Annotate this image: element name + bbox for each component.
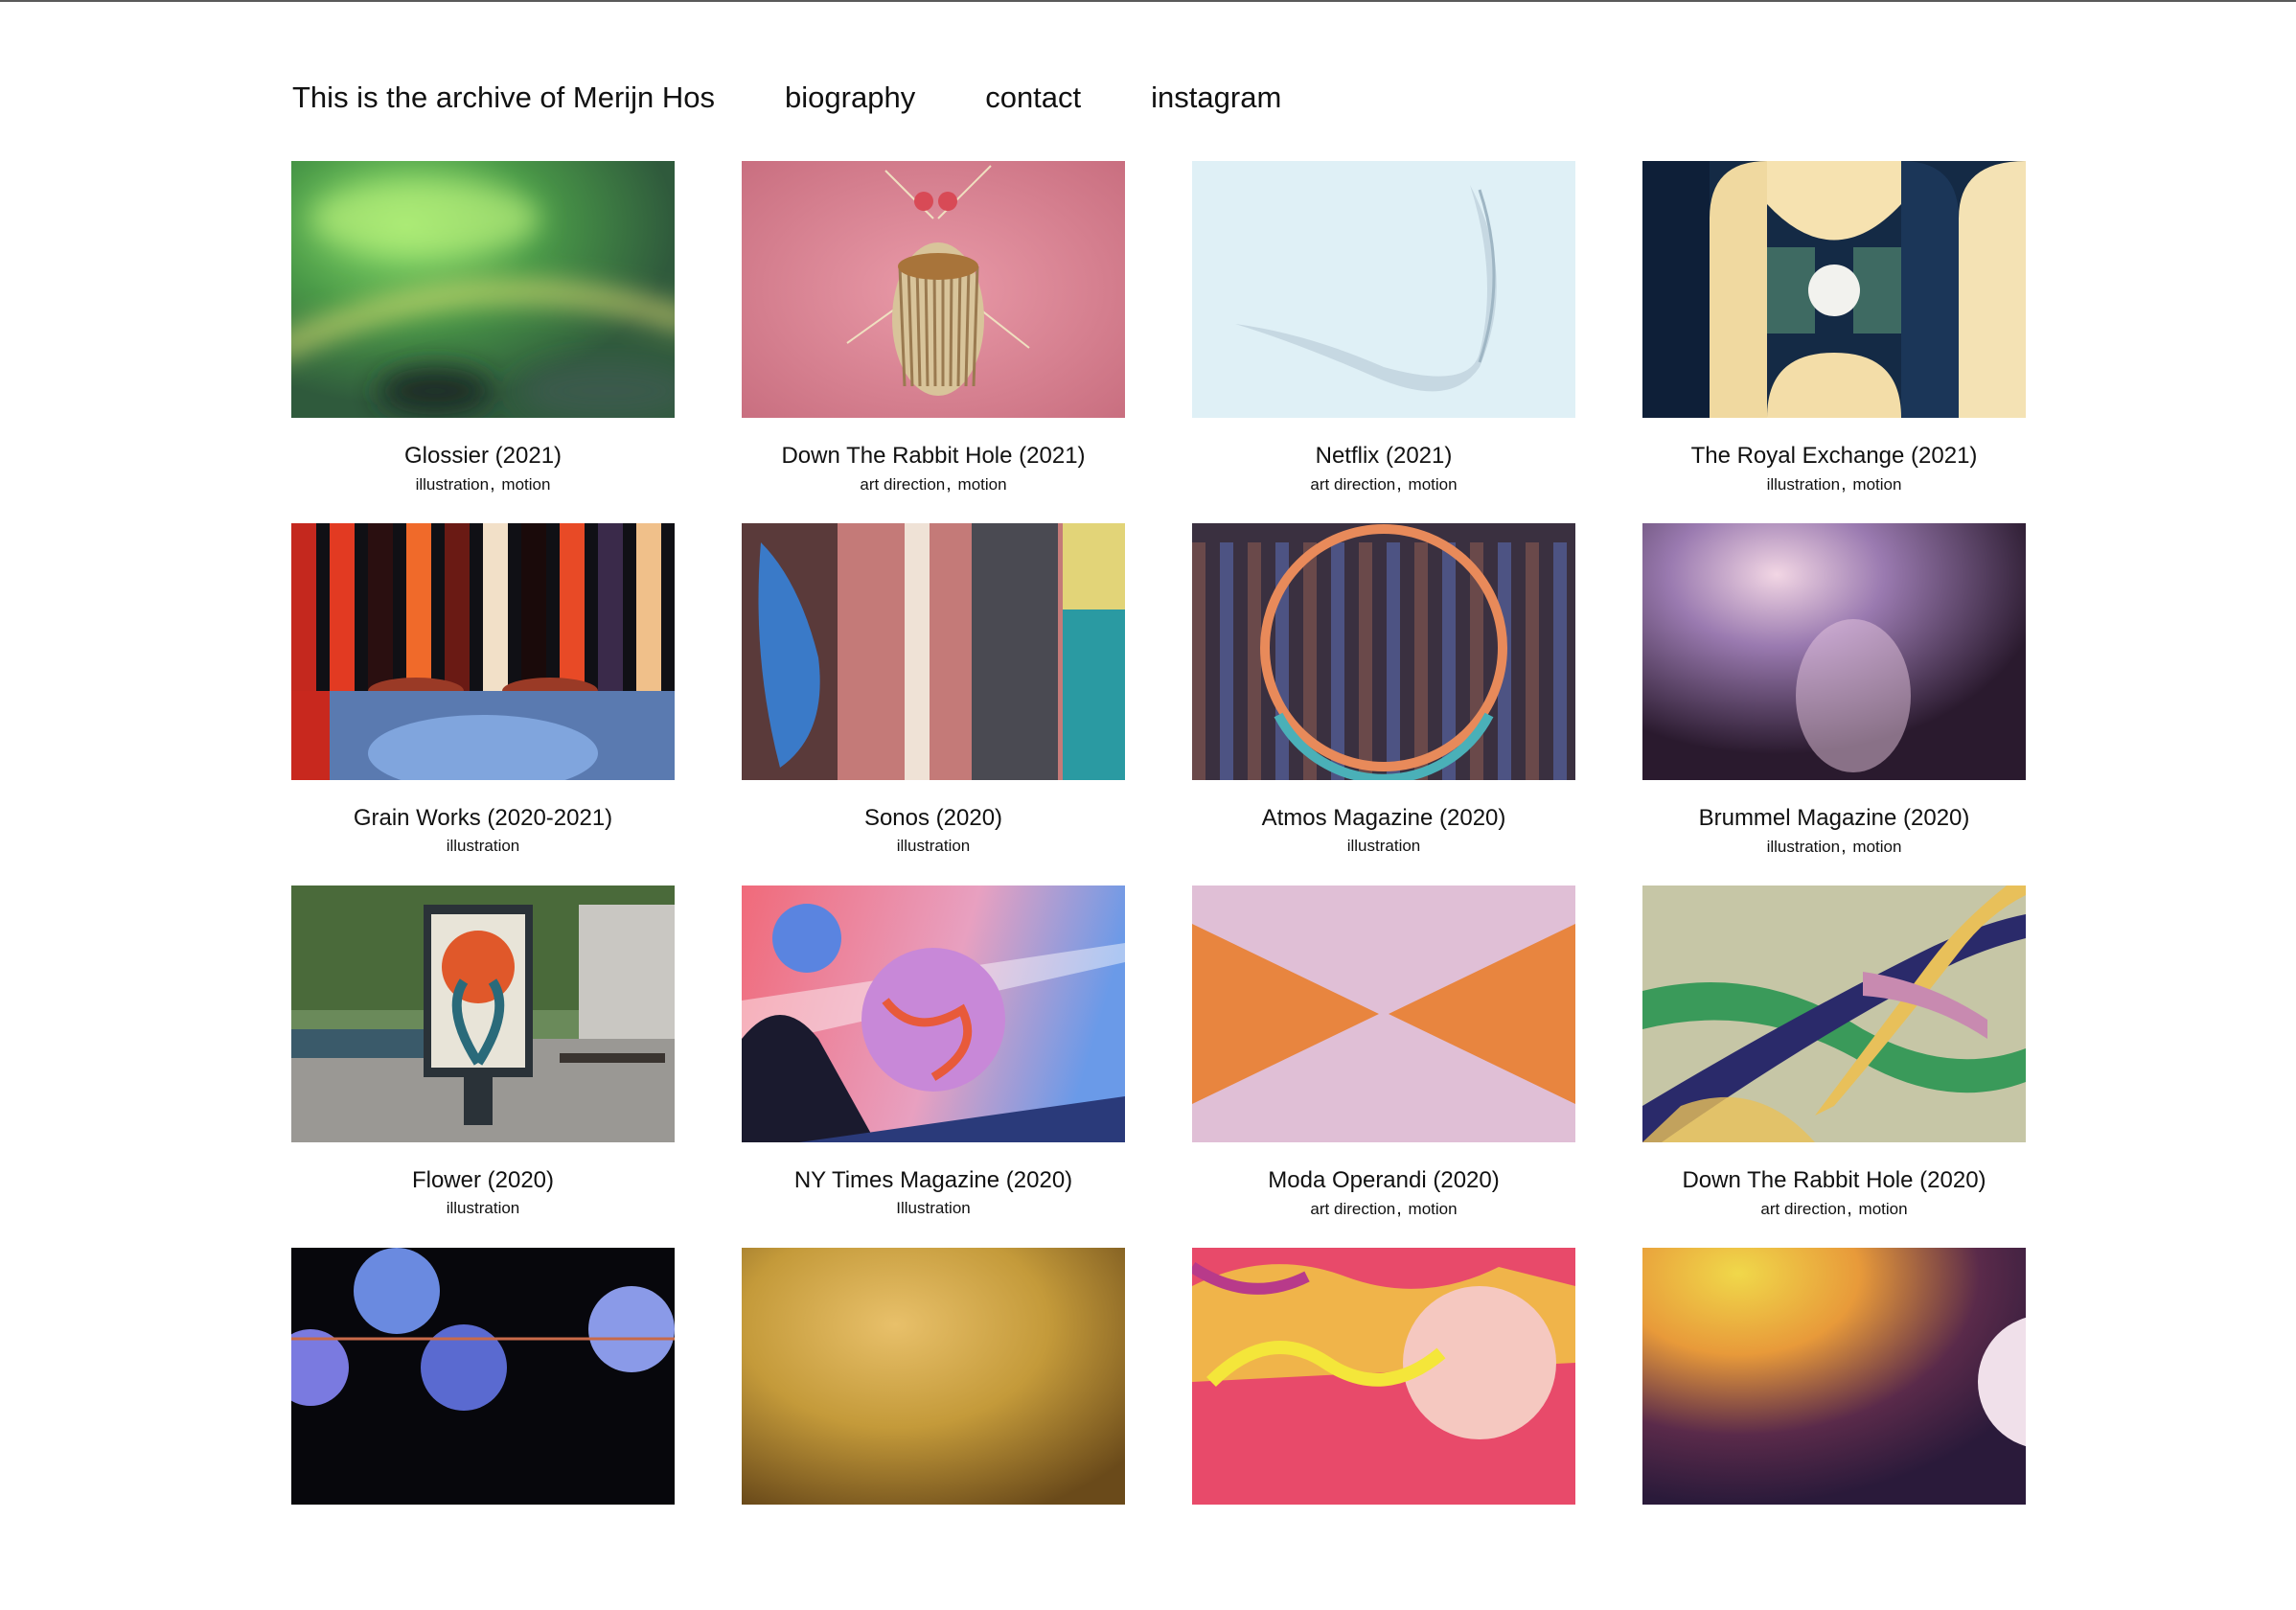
project-tag[interactable]: motion — [501, 475, 550, 494]
project-tags: Illustration — [742, 1198, 1125, 1219]
tag-separator: , — [490, 473, 495, 494]
project-title[interactable]: NY Times Magazine (2020) — [742, 1167, 1125, 1194]
project-tag[interactable]: art direction — [1310, 1200, 1395, 1218]
project-tags: illustration — [291, 1198, 675, 1219]
project-card[interactable] — [1192, 1248, 1575, 1610]
project-thumbnail-moda[interactable] — [1192, 886, 1575, 1142]
site-nav: This is the archive of Merijn Hos biogra… — [292, 80, 1351, 115]
project-title[interactable]: Grain Works (2020-2021) — [291, 805, 675, 832]
project-title[interactable]: Moda Operandi (2020) — [1192, 1167, 1575, 1194]
project-card[interactable] — [291, 1248, 675, 1610]
project-card[interactable]: Down The Rabbit Hole (2021) art direction… — [742, 161, 1125, 523]
project-card[interactable]: The Royal Exchange (2021) illustration, m… — [1642, 161, 2026, 523]
tag-separator: , — [946, 473, 952, 494]
project-tag[interactable]: illustration — [897, 837, 971, 855]
project-thumbnail-spheres[interactable] — [291, 1248, 675, 1505]
project-thumbnail-grain[interactable] — [291, 523, 675, 780]
project-title[interactable]: Flower (2020) — [291, 1167, 675, 1194]
project-thumbnail-amber[interactable] — [742, 1248, 1125, 1505]
project-title[interactable]: Netflix (2021) — [1192, 443, 1575, 470]
project-tag[interactable]: art direction — [1310, 475, 1395, 494]
project-tag[interactable]: art direction — [860, 475, 945, 494]
project-title[interactable]: Brummel Magazine (2020) — [1642, 805, 2026, 832]
project-card[interactable]: Glossier (2021) illustration, motion — [291, 161, 675, 523]
project-title[interactable]: Glossier (2021) — [291, 443, 675, 470]
project-card[interactable]: Atmos Magazine (2020) illustration — [1192, 523, 1575, 886]
project-thumbnail-glossier[interactable] — [291, 161, 675, 418]
project-card[interactable]: NY Times Magazine (2020) Illustration — [742, 886, 1125, 1248]
project-tags: illustration — [291, 836, 675, 857]
project-title[interactable]: Atmos Magazine (2020) — [1192, 805, 1575, 832]
project-title[interactable]: The Royal Exchange (2021) — [1642, 443, 2026, 470]
project-tags: illustration — [1192, 836, 1575, 857]
project-tags: illustration, motion — [1642, 836, 2026, 858]
project-card[interactable]: Moda Operandi (2020) art direction, motio… — [1192, 886, 1575, 1248]
project-tag[interactable]: motion — [1852, 475, 1901, 494]
project-title[interactable]: Sonos (2020) — [742, 805, 1125, 832]
project-tags: illustration — [742, 836, 1125, 857]
project-tag[interactable]: motion — [1859, 1200, 1908, 1218]
project-tag[interactable]: Illustration — [896, 1199, 970, 1217]
project-title[interactable]: Down The Rabbit Hole (2021) — [742, 443, 1125, 470]
project-tag[interactable]: illustration — [447, 837, 520, 855]
project-grid: Glossier (2021) illustration, motion Down… — [291, 161, 2026, 1610]
project-tags: art direction, motion — [1192, 473, 1575, 495]
nav-link-contact[interactable]: contact — [985, 80, 1081, 115]
project-thumbnail-pinkabstract[interactable] — [1192, 1248, 1575, 1505]
project-thumbnail-brummel[interactable] — [1642, 523, 2026, 780]
nav-link-instagram[interactable]: instagram — [1151, 80, 1281, 115]
tag-separator: , — [1847, 1198, 1852, 1219]
project-tags: illustration, motion — [1642, 473, 2026, 495]
project-thumbnail-rabbit2020[interactable] — [1642, 886, 2026, 1142]
project-tag[interactable]: illustration — [416, 475, 490, 494]
project-card[interactable]: Sonos (2020) illustration — [742, 523, 1125, 886]
project-card[interactable]: Grain Works (2020-2021) illustration — [291, 523, 675, 886]
project-tag[interactable]: motion — [1409, 475, 1458, 494]
project-tags: illustration, motion — [291, 473, 675, 495]
project-tag[interactable]: motion — [1409, 1200, 1458, 1218]
project-thumbnail-planetglow[interactable] — [1642, 1248, 2026, 1505]
tag-separator: , — [1841, 473, 1847, 494]
project-thumbnail-rabbit2021[interactable] — [742, 161, 1125, 418]
project-tag[interactable]: motion — [1852, 838, 1901, 856]
tag-separator: , — [1396, 473, 1402, 494]
project-thumbnail-sonos[interactable] — [742, 523, 1125, 780]
project-tags: art direction, motion — [1192, 1198, 1575, 1220]
project-thumbnail-atmos[interactable] — [1192, 523, 1575, 780]
project-tag[interactable]: illustration — [1767, 838, 1841, 856]
project-title[interactable]: Down The Rabbit Hole (2020) — [1642, 1167, 2026, 1194]
project-card[interactable]: Netflix (2021) art direction, motion — [1192, 161, 1575, 523]
tag-separator: , — [1396, 1198, 1402, 1219]
tag-separator: , — [1841, 836, 1847, 857]
project-tag[interactable]: motion — [958, 475, 1007, 494]
project-card[interactable]: Flower (2020) illustration — [291, 886, 675, 1248]
project-tag[interactable]: illustration — [447, 1199, 520, 1217]
project-tag[interactable]: illustration — [1767, 475, 1841, 494]
project-tag[interactable]: art direction — [1760, 1200, 1846, 1218]
project-thumbnail-royal[interactable] — [1642, 161, 2026, 418]
project-card[interactable]: Down The Rabbit Hole (2020) art direction… — [1642, 886, 2026, 1248]
project-card[interactable]: Brummel Magazine (2020) illustration, mot… — [1642, 523, 2026, 886]
project-thumbnail-nytimes[interactable] — [742, 886, 1125, 1142]
project-tag[interactable]: illustration — [1347, 837, 1421, 855]
project-tags: art direction, motion — [1642, 1198, 2026, 1220]
project-card[interactable] — [1642, 1248, 2026, 1610]
project-tags: art direction, motion — [742, 473, 1125, 495]
project-card[interactable] — [742, 1248, 1125, 1610]
site-title-link[interactable]: This is the archive of Merijn Hos — [292, 80, 715, 115]
project-thumbnail-flower[interactable] — [291, 886, 675, 1142]
project-thumbnail-netflix[interactable] — [1192, 161, 1575, 418]
nav-link-biography[interactable]: biography — [785, 80, 915, 115]
